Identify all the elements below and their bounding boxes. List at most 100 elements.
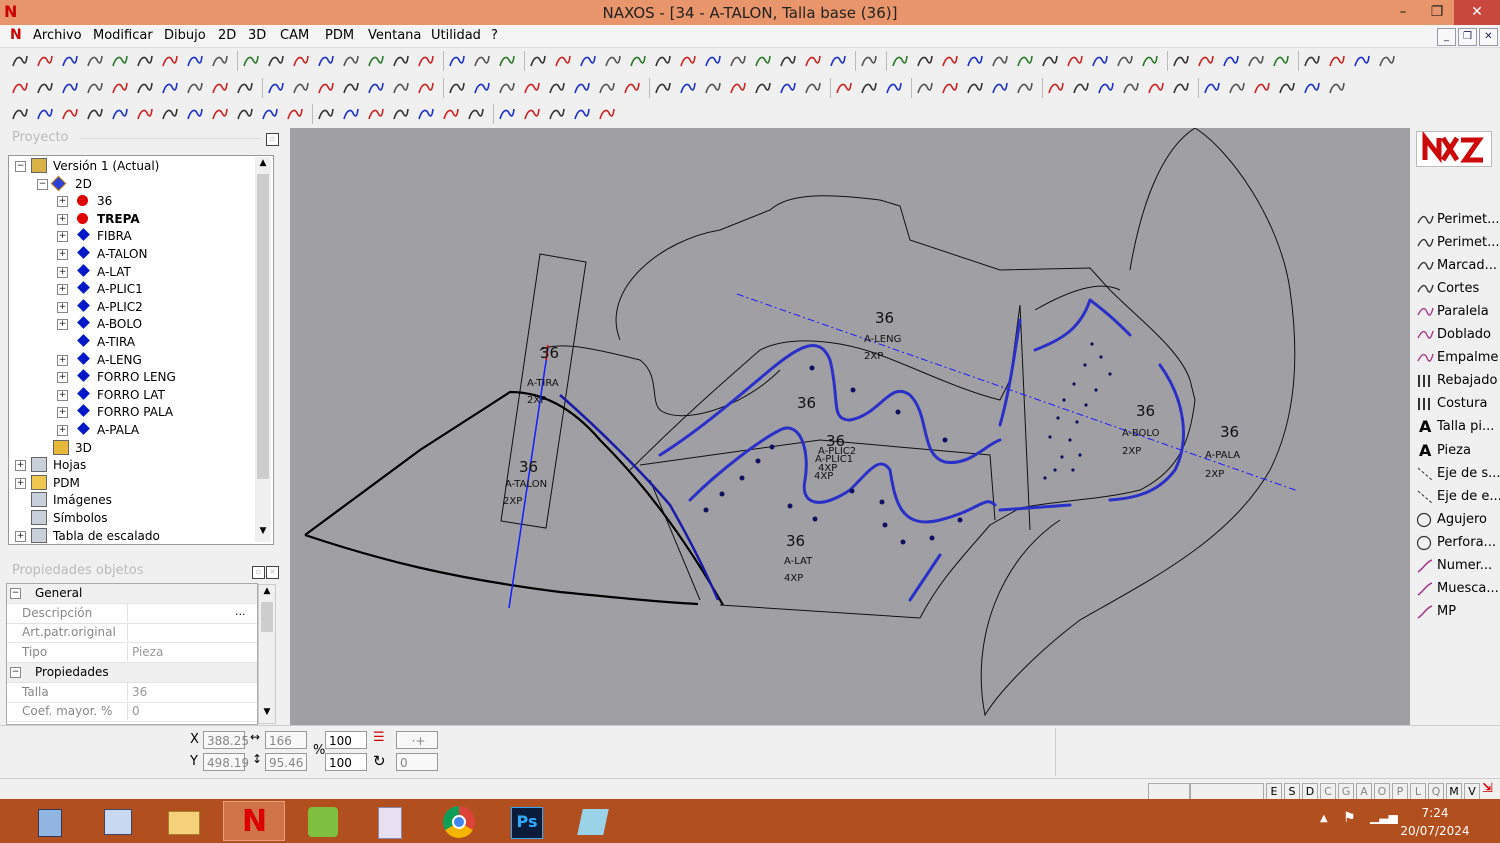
- toolbar-tool-icon[interactable]: [965, 78, 985, 98]
- toolbar-tool-icon[interactable]: [60, 78, 80, 98]
- expand-icon[interactable]: +: [57, 231, 68, 243]
- status-toggle-s[interactable]: S: [1284, 783, 1300, 800]
- toolbar-tool-icon[interactable]: [416, 78, 436, 98]
- expand-icon[interactable]: +: [57, 425, 68, 436]
- palette-item[interactable]: MP: [1414, 601, 1498, 623]
- toolbar-tool-icon[interactable]: [260, 104, 280, 124]
- toolbar-tool-icon[interactable]: [703, 51, 723, 71]
- scale-y-field[interactable]: 100: [325, 753, 367, 771]
- toolbar-tool-icon[interactable]: [1327, 78, 1347, 98]
- palette-item[interactable]: Costura: [1414, 393, 1498, 415]
- drawing-canvas[interactable]: 36 A-TIRA 2XP 36 A-TALON 2XP 36 A-LENG 2…: [290, 128, 1410, 725]
- transform-button[interactable]: ·+: [396, 731, 438, 749]
- status-toggle-v[interactable]: V: [1464, 783, 1480, 800]
- toolbar-tool-icon[interactable]: [1096, 78, 1116, 98]
- tree-scrollbar[interactable]: ▲ ▼: [255, 157, 271, 542]
- props-float-button[interactable]: ▫: [252, 566, 265, 579]
- menu-ventana[interactable]: Ventana: [368, 28, 421, 43]
- property-grid[interactable]: − General Descripción... Art.patr.original T…: [6, 583, 258, 725]
- toolbar-tool-icon[interactable]: [1090, 51, 1110, 71]
- status-toggle-e[interactable]: E: [1266, 783, 1282, 800]
- expand-icon[interactable]: +: [57, 389, 68, 401]
- mdi-close-button[interactable]: ✕: [1479, 28, 1498, 46]
- expand-icon[interactable]: +: [15, 530, 26, 542]
- expand-icon[interactable]: +: [57, 372, 68, 384]
- toolbar-tool-icon[interactable]: [940, 51, 960, 71]
- maximize-button[interactable]: ❐: [1420, 0, 1454, 25]
- chrome-app[interactable]: [428, 801, 490, 841]
- toolbar-tool-icon[interactable]: [466, 104, 486, 124]
- toolbar-tool-icon[interactable]: [185, 51, 205, 71]
- toolbar-tool-icon[interactable]: [915, 51, 935, 71]
- ellipsis-button[interactable]: ...: [235, 605, 246, 618]
- property-value-cell[interactable]: [127, 702, 253, 721]
- toolbar-tool-icon[interactable]: [915, 78, 935, 98]
- toolbar-tool-icon[interactable]: [316, 78, 336, 98]
- pattern-drawing[interactable]: 36 A-TIRA 2XP 36 A-TALON 2XP 36 A-LENG 2…: [290, 128, 1410, 725]
- toolbar-tool-icon[interactable]: [241, 51, 261, 71]
- toolbar-tool-icon[interactable]: [497, 104, 517, 124]
- menu-help[interactable]: ?: [491, 28, 498, 43]
- palette-item[interactable]: Marcad...: [1414, 255, 1498, 277]
- rotate-icon[interactable]: ↻: [373, 752, 386, 770]
- toolbar-tool-icon[interactable]: [341, 104, 361, 124]
- toolbar-tool-icon[interactable]: [85, 78, 105, 98]
- palette-item[interactable]: Paralela: [1414, 301, 1498, 323]
- status-toggle-a[interactable]: A: [1356, 783, 1372, 800]
- toolbar-tool-icon[interactable]: [391, 78, 411, 98]
- align-icon[interactable]: ☰: [373, 730, 385, 745]
- width-field[interactable]: 166: [265, 731, 307, 749]
- toolbar-tool-icon[interactable]: [1377, 51, 1397, 71]
- plants-app[interactable]: [292, 801, 354, 841]
- expand-icon[interactable]: +: [15, 460, 26, 472]
- paint-app[interactable]: [358, 801, 420, 841]
- palette-item[interactable]: A Talla pi...: [1414, 416, 1498, 438]
- toolbar-tool-icon[interactable]: [160, 78, 180, 98]
- toolbar-tool-icon[interactable]: [291, 78, 311, 98]
- toolbar-tool-icon[interactable]: [341, 78, 361, 98]
- toolbar-tool-icon[interactable]: [185, 78, 205, 98]
- menu-archivo[interactable]: Archivo: [33, 28, 82, 43]
- toolbar-tool-icon[interactable]: [1046, 78, 1066, 98]
- property-row[interactable]: Talla 36: [7, 682, 257, 703]
- palette-item[interactable]: Rebajado: [1414, 370, 1498, 392]
- menu-2d[interactable]: 2D: [218, 28, 236, 43]
- document-icon[interactable]: N: [10, 27, 22, 43]
- toolbar-tool-icon[interactable]: [728, 51, 748, 71]
- toolbar-tool-icon[interactable]: [859, 78, 879, 98]
- menu-utilidad[interactable]: Utilidad: [431, 28, 481, 43]
- toolbar-tool-icon[interactable]: [1171, 78, 1191, 98]
- props-close-button[interactable]: ×: [266, 566, 279, 579]
- toolbar-tool-icon[interactable]: [1071, 78, 1091, 98]
- toolbar-tool-icon[interactable]: [803, 51, 823, 71]
- notes-app[interactable]: [562, 801, 624, 841]
- network-icon[interactable]: ▁▃▅: [1370, 810, 1398, 824]
- property-row[interactable]: Descripción...: [7, 603, 257, 624]
- collapse-icon[interactable]: −: [10, 588, 21, 599]
- toolbar-tool-icon[interactable]: [210, 51, 230, 71]
- expand-icon[interactable]: +: [57, 301, 68, 313]
- property-category[interactable]: − Propiedades: [7, 662, 257, 683]
- toolbar-tool-icon[interactable]: [622, 78, 642, 98]
- property-row[interactable]: Coef. mayor. % 0: [7, 702, 257, 723]
- property-row[interactable]: Tipo Pieza: [7, 643, 257, 664]
- panel-float-button[interactable]: ▫: [266, 133, 279, 146]
- toolbar-tool-icon[interactable]: [35, 78, 55, 98]
- toolbar-tool-icon[interactable]: [160, 51, 180, 71]
- toolbar-tool-icon[interactable]: [1140, 51, 1160, 71]
- toolbar-tool-icon[interactable]: [547, 104, 567, 124]
- toolbar-tool-icon[interactable]: [522, 104, 542, 124]
- menu-dibujo[interactable]: Dibujo: [164, 28, 206, 43]
- toolbar-tool-icon[interactable]: [603, 51, 623, 71]
- property-row[interactable]: Art.patr.original: [7, 623, 257, 644]
- height-field[interactable]: 95.46: [265, 753, 307, 771]
- explorer-app[interactable]: [152, 801, 214, 841]
- toolbar-tool-icon[interactable]: [85, 104, 105, 124]
- expand-icon[interactable]: +: [57, 249, 68, 260]
- collapse-icon[interactable]: −: [37, 178, 48, 190]
- tray-expand-icon[interactable]: ▲: [1320, 813, 1328, 824]
- scroll-up-icon[interactable]: ▲: [261, 586, 273, 598]
- palette-item[interactable]: Agujero: [1414, 509, 1498, 531]
- mdi-minimize-button[interactable]: _: [1437, 28, 1456, 46]
- angle-field[interactable]: 0: [396, 753, 438, 771]
